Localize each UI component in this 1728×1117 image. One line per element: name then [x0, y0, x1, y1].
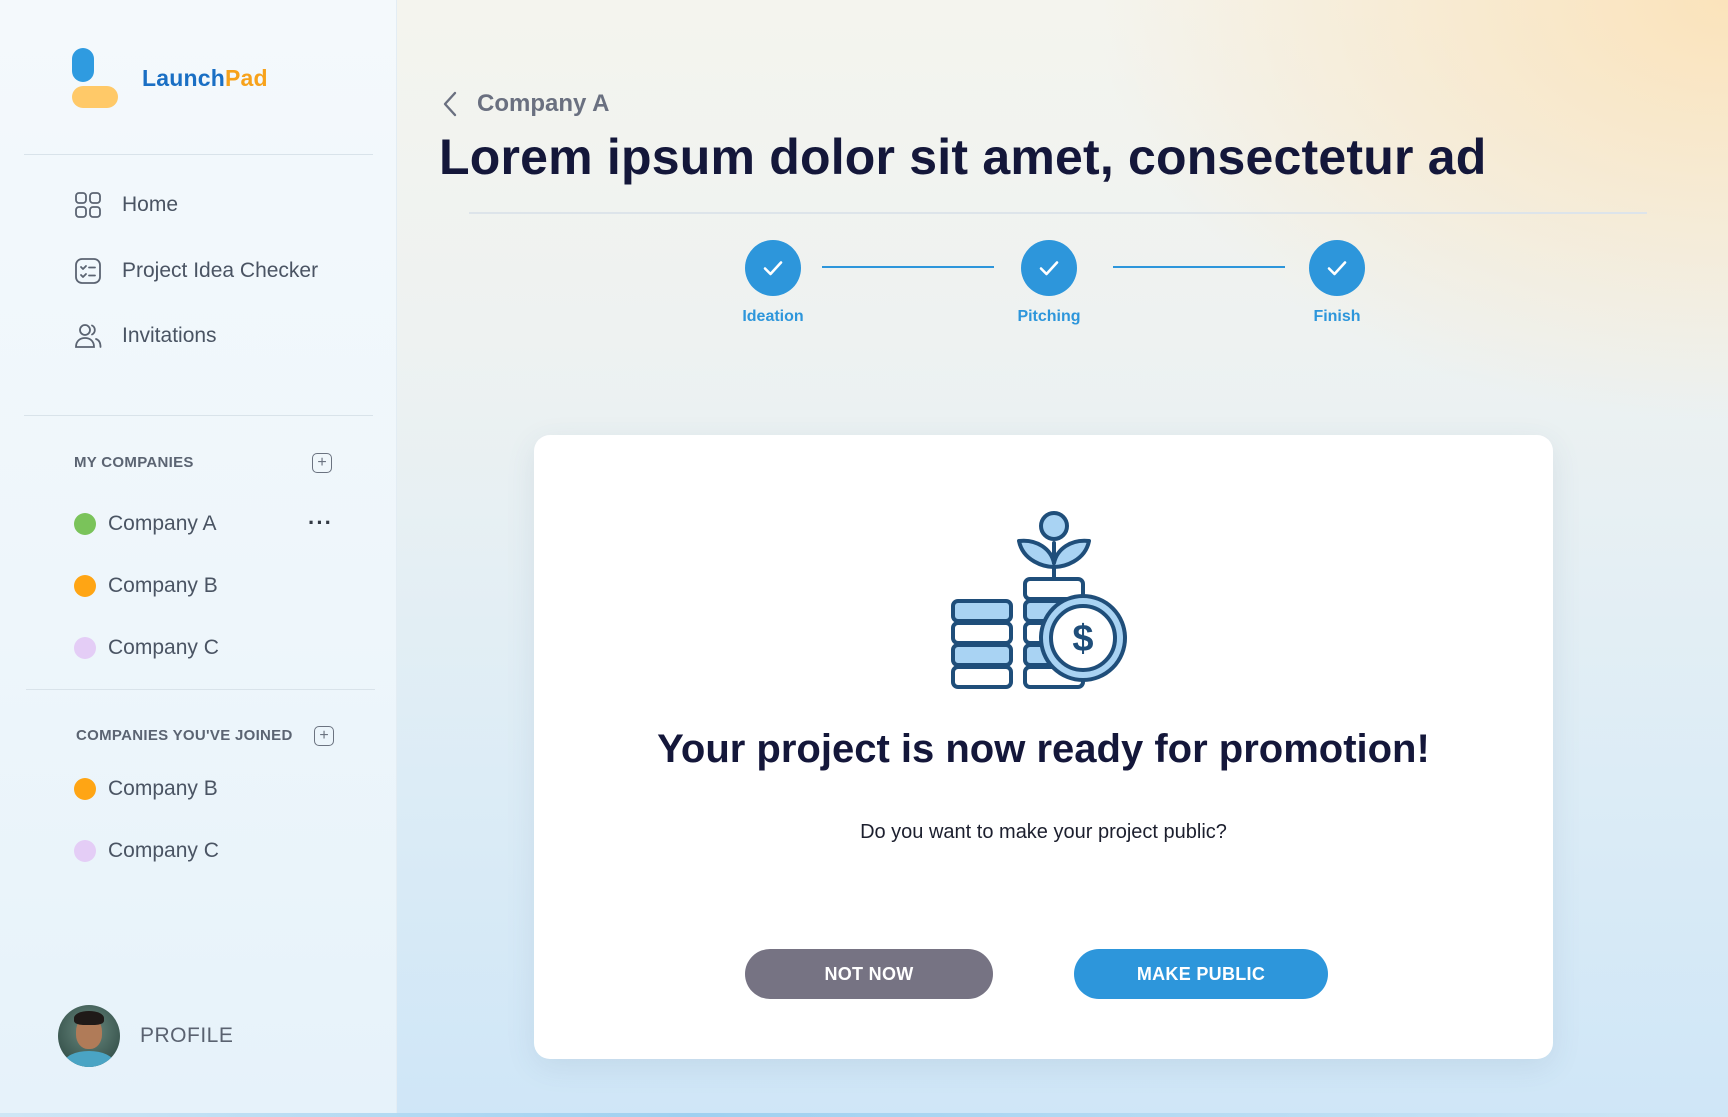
sidebar-item-label: Home [122, 193, 179, 216]
sidebar-joined-company-b[interactable]: Company B [74, 777, 218, 801]
sidebar-item-project-idea-checker[interactable]: Project Idea Checker [74, 257, 318, 285]
sidebar-company-a[interactable]: Company A [74, 512, 217, 536]
back-button[interactable]: Company A [439, 88, 609, 120]
logo-text-pad: Pad [224, 64, 268, 91]
logo-mark-icon [72, 48, 118, 108]
money-growth-icon: $ [951, 511, 1127, 689]
logo-text-launch: Launch [142, 64, 225, 91]
check-icon [1309, 240, 1365, 296]
sidebar-divider [26, 689, 375, 690]
main-content: Company A Lorem ipsum dolor sit amet, co… [397, 0, 1728, 1117]
joined-companies-title: COMPANIES YOU'VE JOINED [76, 727, 293, 744]
sidebar: LaunchPad Home Project Idea Checker Invi… [0, 0, 397, 1117]
bottom-accent-bar [0, 1113, 1728, 1117]
sidebar-joined-company-c[interactable]: Company C [74, 839, 219, 863]
chevron-left-icon [443, 91, 457, 117]
check-icon [745, 240, 801, 296]
users-icon [74, 322, 102, 350]
sidebar-item-invitations[interactable]: Invitations [74, 322, 217, 350]
stepper-connector [822, 266, 994, 268]
plus-icon: + [317, 454, 327, 471]
join-company-button[interactable]: + [314, 726, 334, 746]
add-company-button[interactable]: + [312, 453, 332, 473]
app-root: LaunchPad Home Project Idea Checker Invi… [0, 0, 1728, 1117]
stepper-connector [1113, 266, 1285, 268]
sidebar-item-label: Invitations [122, 324, 217, 347]
sidebar-item-label: Project Idea Checker [122, 259, 319, 282]
step-label: Finish [1313, 308, 1361, 325]
profile-link[interactable]: PROFILE [58, 1005, 233, 1067]
step-ideation: Ideation [713, 240, 833, 326]
status-dot [74, 840, 96, 862]
sidebar-company-b[interactable]: Company B [74, 574, 218, 598]
svg-text:$: $ [1072, 618, 1093, 660]
sidebar-divider [24, 154, 373, 155]
logo[interactable]: LaunchPad [72, 48, 268, 108]
not-now-button[interactable]: NOT NOW [745, 949, 993, 999]
avatar [58, 1005, 120, 1067]
checklist-icon [74, 257, 102, 285]
sidebar-divider [24, 415, 373, 416]
title-divider [469, 212, 1647, 214]
card-heading: Your project is now ready for promotion! [657, 727, 1430, 771]
step-label: Pitching [1017, 308, 1081, 325]
sidebar-company-c[interactable]: Company C [74, 636, 219, 660]
status-dot [74, 778, 96, 800]
grid-icon [74, 191, 102, 219]
check-icon [1021, 240, 1077, 296]
status-dot [74, 637, 96, 659]
logo-text: LaunchPad [142, 65, 268, 92]
step-label: Ideation [742, 308, 804, 325]
status-dot [74, 575, 96, 597]
plus-icon: + [319, 727, 329, 744]
card-subtext: Do you want to make your project public? [860, 821, 1227, 843]
breadcrumb: Company A [477, 90, 610, 117]
page-title: Lorem ipsum dolor sit amet, consectetur … [439, 129, 1487, 185]
company-name: Company B [108, 777, 218, 800]
profile-label: PROFILE [140, 1024, 234, 1047]
company-name: Company B [108, 574, 218, 597]
make-public-button[interactable]: MAKE PUBLIC [1074, 949, 1328, 999]
step-pitching: Pitching [989, 240, 1109, 326]
status-dot [74, 513, 96, 535]
company-name: Company C [108, 839, 219, 862]
company-name: Company A [108, 512, 217, 535]
sidebar-item-home[interactable]: Home [74, 191, 178, 219]
my-companies-title: MY COMPANIES [74, 454, 194, 471]
company-name: Company C [108, 636, 219, 659]
more-options-icon[interactable]: ··· [308, 512, 333, 534]
step-finish: Finish [1277, 240, 1397, 326]
promotion-card: $ Your project is now ready for promotio… [534, 435, 1553, 1059]
